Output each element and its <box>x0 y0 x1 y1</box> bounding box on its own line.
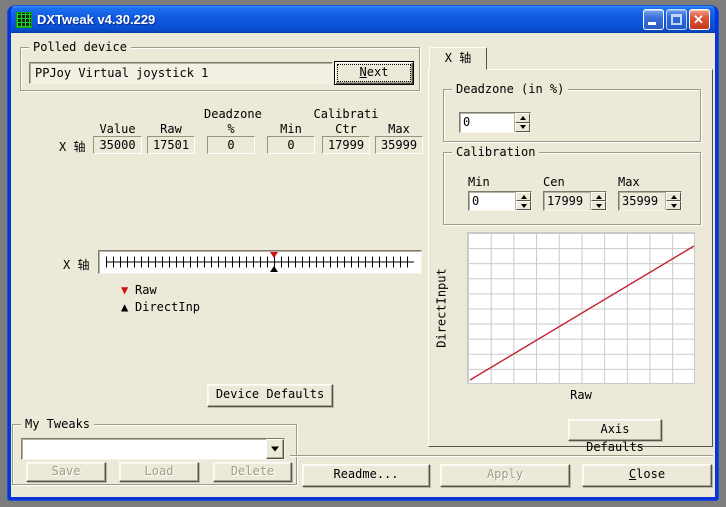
cal-min-input[interactable]: 0 <box>469 192 515 210</box>
title-bar[interactable]: DXTweak v4.30.229 ✕ <box>11 6 715 33</box>
cal-min-spin-down-button[interactable] <box>516 201 531 210</box>
cal-max-input[interactable]: 35999 <box>619 192 665 210</box>
column-header-value: Value <box>93 122 142 136</box>
cal-max-label: Max <box>618 175 640 189</box>
cell-cal-max: 35999 <box>375 136 423 154</box>
axis-defaults-button[interactable]: Axis Defaults <box>568 419 662 441</box>
column-header-percent: % <box>207 122 255 136</box>
spin-up-icon <box>596 195 602 199</box>
tab-x-axis[interactable]: X 轴 <box>429 47 487 70</box>
cell-cal-min: 0 <box>267 136 315 154</box>
minimize-button[interactable] <box>643 9 664 30</box>
app-window: DXTweak v4.30.229 ✕ Polled device PPJoy … <box>8 6 718 500</box>
bottom-separator <box>290 455 713 457</box>
close-dialog-button[interactable]: Close <box>582 464 712 487</box>
calibration-column-group-header: Calibrati <box>313 107 379 121</box>
legend-directinput: ▲DirectInp <box>121 300 200 314</box>
directinput-marker-icon <box>270 266 278 272</box>
polled-device-group-label: Polled device <box>29 40 131 54</box>
column-header-max: Max <box>375 122 423 136</box>
spin-down-icon <box>671 204 677 208</box>
cell-value: 35000 <box>93 136 142 154</box>
deadzone-spin-up-button[interactable] <box>515 113 530 123</box>
maximize-icon <box>671 14 682 25</box>
delete-button[interactable]: Delete <box>213 462 292 482</box>
tweaks-combobox[interactable] <box>21 438 285 460</box>
apply-button[interactable]: Apply <box>440 464 570 487</box>
save-button[interactable]: Save <box>26 462 106 482</box>
chart-y-axis-label: DirectInput <box>433 232 451 384</box>
my-tweaks-group-label: My Tweaks <box>21 417 94 431</box>
column-header-min: Min <box>267 122 315 136</box>
x-axis-tab-page: Deadzone (in %) 0 Calibration Min Cen Ma… <box>428 69 713 447</box>
minimize-icon <box>648 22 656 25</box>
cal-cen-spinner[interactable]: 17999 <box>543 191 607 211</box>
spin-up-icon <box>671 195 677 199</box>
cal-max-spinner[interactable]: 35999 <box>618 191 682 211</box>
next-button[interactable]: Next <box>334 61 414 85</box>
cell-cal-ctr: 17999 <box>322 136 370 154</box>
calibration-group-label: Calibration <box>452 145 539 159</box>
chevron-down-icon <box>271 447 279 452</box>
deadzone-group-label: Deadzone (in %) <box>452 82 568 96</box>
legend-raw: ▼Raw <box>121 283 157 297</box>
close-icon: ✕ <box>693 12 704 28</box>
deadzone-spin-down-button[interactable] <box>515 123 530 133</box>
cal-min-spin-up-button[interactable] <box>516 192 531 201</box>
spin-down-icon <box>521 204 527 208</box>
maximize-button[interactable] <box>666 9 687 30</box>
column-header-ctr: Ctr <box>322 122 370 136</box>
axis-row-label: X 轴 <box>59 138 85 155</box>
slider-row-label: X 轴 <box>63 256 89 273</box>
cal-max-spin-up-button[interactable] <box>666 192 681 201</box>
chart-x-axis-label: Raw <box>467 388 695 402</box>
cal-cen-label: Cen <box>543 175 565 189</box>
response-curve <box>468 233 696 385</box>
device-defaults-button[interactable]: Device Defaults <box>207 384 333 407</box>
cal-cen-spin-down-button[interactable] <box>591 201 606 210</box>
spin-up-icon <box>520 116 526 120</box>
raw-triangle-icon: ▼ <box>121 283 135 297</box>
app-icon <box>16 12 32 28</box>
polled-device-group: Polled device PPJoy Virtual joystick 1 N… <box>20 47 420 91</box>
spin-down-icon <box>596 204 602 208</box>
spin-down-icon <box>520 125 526 129</box>
polled-device-field: PPJoy Virtual joystick 1 <box>29 62 333 84</box>
directinput-triangle-icon: ▲ <box>121 300 135 314</box>
close-button[interactable]: ✕ <box>689 9 710 30</box>
spin-up-icon <box>521 195 527 199</box>
my-tweaks-group: My Tweaks Save Load Delete <box>12 424 297 485</box>
readme-button[interactable]: Readme... <box>302 464 430 487</box>
cal-max-spin-down-button[interactable] <box>666 201 681 210</box>
deadzone-spinner[interactable]: 0 <box>459 112 531 133</box>
window-title: DXTweak v4.30.229 <box>37 12 643 27</box>
deadzone-group: Deadzone (in %) 0 <box>443 89 701 142</box>
deadzone-column-group-header: Deadzone <box>204 107 260 121</box>
response-chart <box>467 232 695 384</box>
column-header-raw: Raw <box>147 122 195 136</box>
legend-raw-label: Raw <box>135 283 157 297</box>
combobox-dropdown-button[interactable] <box>266 439 284 459</box>
axis-slider[interactable] <box>98 250 422 274</box>
raw-marker-icon <box>270 252 278 258</box>
cal-min-spinner[interactable]: 0 <box>468 191 532 211</box>
slider-ruler <box>106 257 414 268</box>
deadzone-input[interactable]: 0 <box>460 113 514 132</box>
legend-directinput-label: DirectInp <box>135 300 200 314</box>
cal-cen-input[interactable]: 17999 <box>544 192 590 210</box>
cal-cen-spin-up-button[interactable] <box>591 192 606 201</box>
tweaks-combobox-value[interactable] <box>22 439 266 459</box>
cell-raw: 17501 <box>147 136 195 154</box>
cell-deadzone-percent: 0 <box>207 136 255 154</box>
cal-min-label: Min <box>468 175 490 189</box>
load-button[interactable]: Load <box>119 462 199 482</box>
calibration-group: Calibration Min Cen Max 0 17999 <box>443 152 701 225</box>
